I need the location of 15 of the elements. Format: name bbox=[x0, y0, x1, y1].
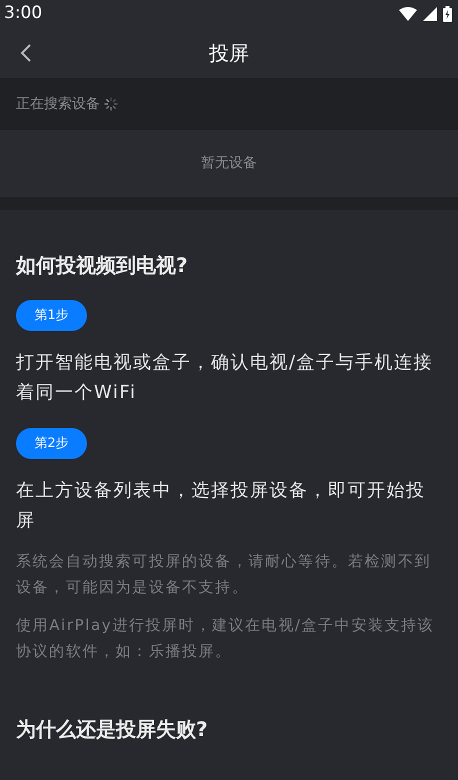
step-text: 打开智能电视或盒子，确认电视/盒子与手机连接着同一个WiFi bbox=[16, 351, 434, 405]
step-badge: 第1步 bbox=[16, 300, 87, 331]
step-text: 在上方设备列表中，选择投屏设备，即可开始投屏 bbox=[16, 479, 426, 533]
status-time: 3:00 bbox=[4, 2, 42, 26]
step-badge: 第2步 bbox=[16, 428, 87, 459]
note-text: 使用AirPlay进行投屏时，建议在电视/盒子中安装支持该协议的软件，如：乐播投屏。 bbox=[16, 615, 436, 662]
section-heading: 为什么还是投屏失败? bbox=[16, 716, 209, 743]
wifi-icon bbox=[399, 7, 417, 21]
page-title: 投屏 bbox=[209, 40, 249, 67]
note-text: 系统会自动搜索可投屏的设备，请耐心等待。若检测不到设备，可能因为是设备不支持。 bbox=[16, 551, 432, 598]
signal-icon bbox=[423, 7, 437, 21]
search-status: 正在搜索设备 bbox=[16, 94, 100, 114]
battery-icon bbox=[443, 6, 452, 22]
section-heading: 如何投视频到电视? bbox=[16, 252, 189, 279]
empty-device-text: 暂无设备 bbox=[201, 154, 257, 173]
